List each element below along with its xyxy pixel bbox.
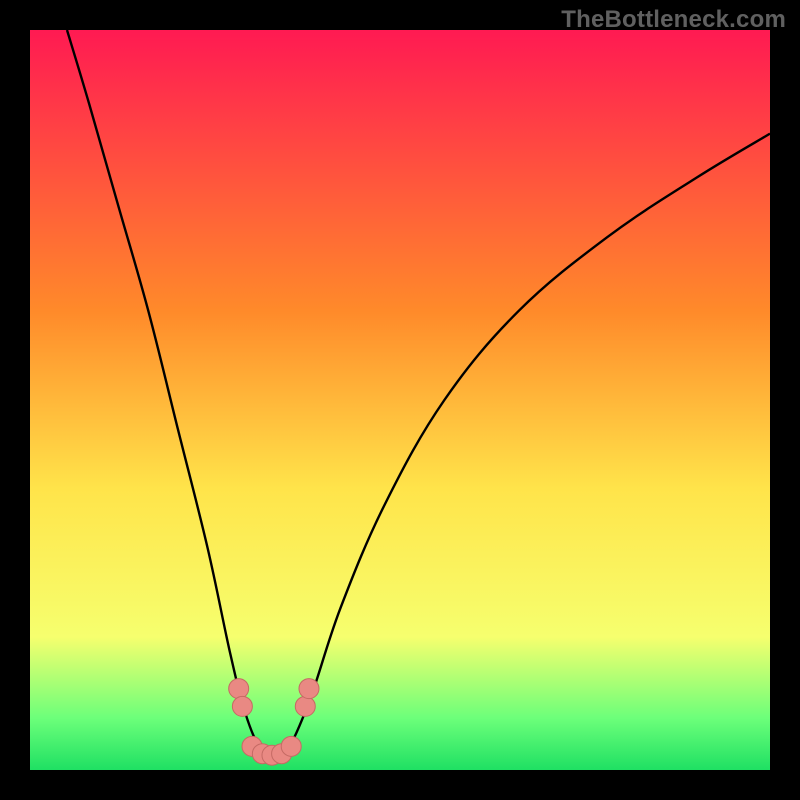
chart-frame: TheBottleneck.com [0,0,800,800]
plot-background [30,30,770,770]
watermark-text: TheBottleneck.com [561,6,786,34]
curve-marker [281,736,301,756]
bottleneck-chart [0,0,800,800]
curve-marker [299,679,319,699]
curve-marker [295,696,315,716]
curve-marker [232,696,252,716]
curve-marker [229,679,249,699]
